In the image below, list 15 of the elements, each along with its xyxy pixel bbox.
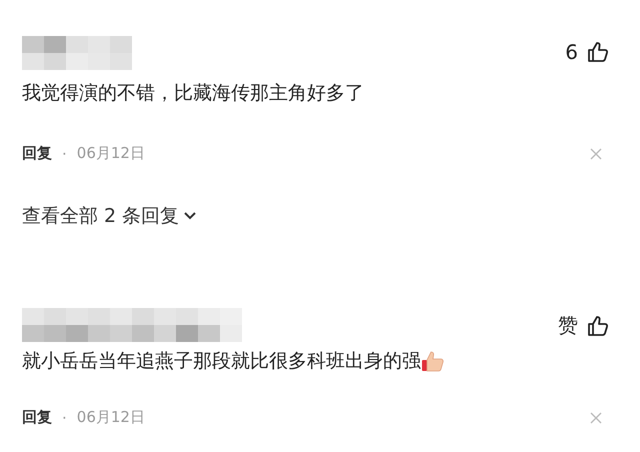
thumbs-up-icon[interactable] bbox=[586, 40, 610, 64]
chevron-down-icon bbox=[183, 211, 198, 221]
view-replies-link[interactable]: 查看全部 2 条回复 bbox=[22, 203, 198, 229]
separator-dot: · bbox=[62, 408, 67, 426]
comment-date: 06月12日 bbox=[76, 408, 145, 427]
comment-date: 06月12日 bbox=[76, 144, 145, 163]
reply-link[interactable]: 回复 bbox=[22, 408, 52, 427]
separator-dot: · bbox=[62, 144, 67, 162]
comment-text: 就小岳岳当年追燕子那段就比很多科班出身的强 bbox=[22, 349, 421, 374]
thumbs-up-emoji-icon bbox=[421, 349, 445, 373]
reply-link[interactable]: 回复 bbox=[22, 144, 52, 163]
thumbs-up-icon[interactable] bbox=[586, 314, 610, 338]
like-count: 6 bbox=[565, 40, 578, 64]
like-count: 赞 bbox=[558, 312, 578, 339]
comment-text: 我觉得演的不错，比藏海传那主角好多了 bbox=[22, 81, 364, 106]
